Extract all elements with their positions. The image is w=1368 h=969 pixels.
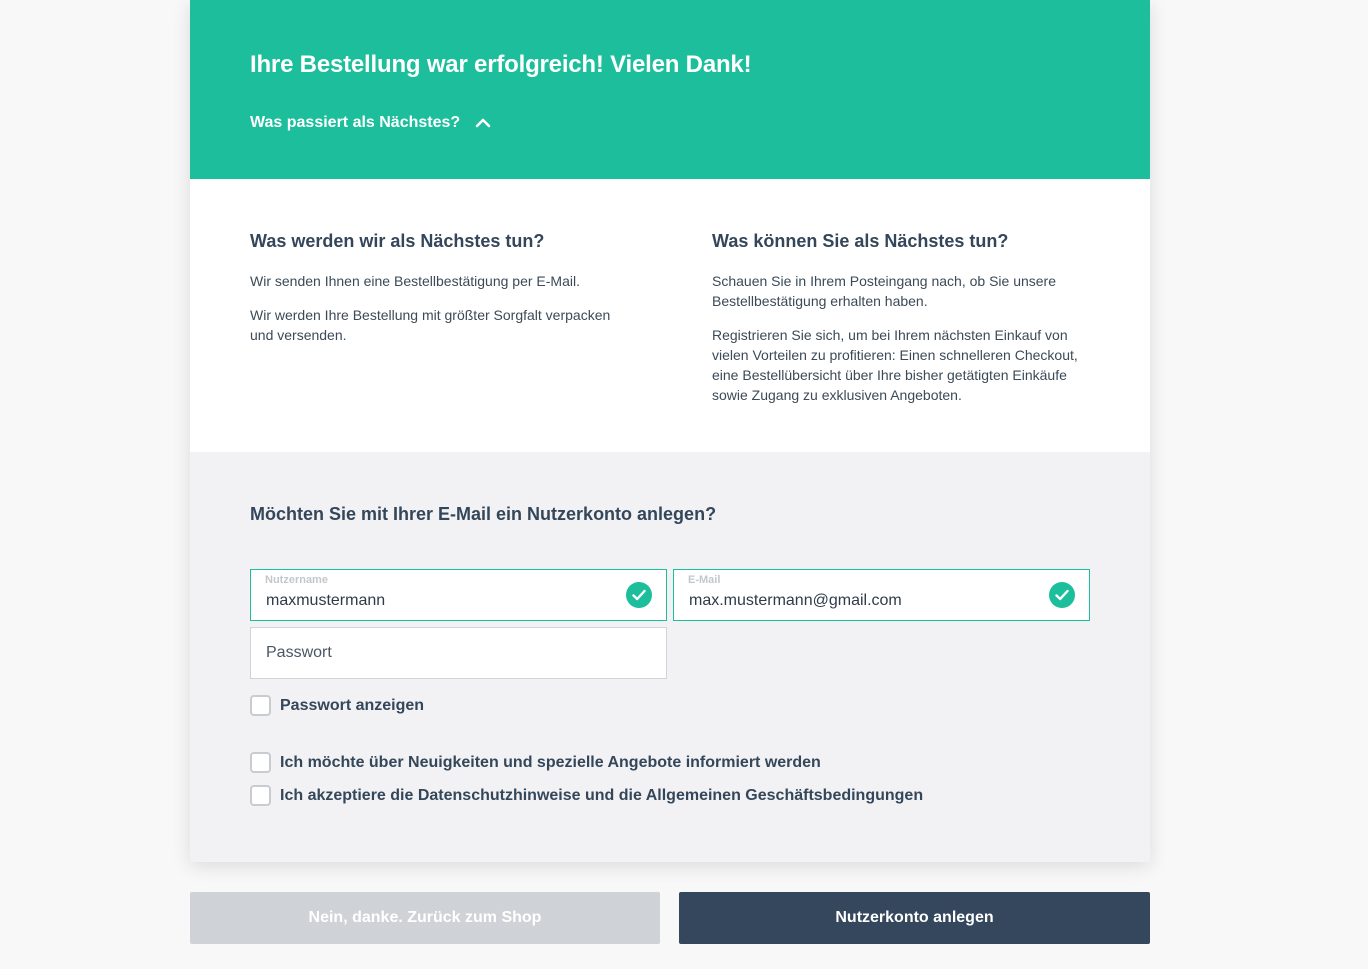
- next-steps-toggle[interactable]: Was passiert als Nächstes?: [250, 112, 492, 134]
- create-account-button[interactable]: Nutzerkonto anlegen: [679, 892, 1150, 944]
- our-next-steps-heading: Was werden wir als Nächstes tun?: [250, 231, 545, 251]
- username-label: Nutzername: [265, 574, 328, 586]
- username-field[interactable]: Nutzername maxmustermann: [250, 569, 667, 621]
- our-next-steps-text: Wir senden Ihnen eine Bestellbestätigung…: [250, 273, 580, 289]
- terms-checkbox[interactable]: Ich akzeptiere die Datenschutzhinweise u…: [250, 785, 923, 806]
- back-to-shop-button[interactable]: Nein, danke. Zurück zum Shop: [190, 892, 660, 944]
- check-icon: [1049, 582, 1075, 608]
- order-confirmation-card: Ihre Bestellung war erfolgreich! Vielen …: [190, 0, 1150, 862]
- next-steps-section: Was werden wir als Nächstes tun? Wir sen…: [190, 179, 1150, 452]
- chevron-up-icon: [474, 114, 492, 132]
- our-next-steps: Was werden wir als Nächstes tun? Wir sen…: [250, 231, 630, 359]
- checkbox-box[interactable]: [250, 785, 271, 806]
- password-field[interactable]: Passwort: [250, 627, 667, 679]
- account-registration-section: Möchten Sie mit Ihrer E-Mail ein Nutzerk…: [190, 452, 1150, 862]
- show-password-checkbox[interactable]: Passwort anzeigen: [250, 695, 424, 716]
- email-field[interactable]: E-Mail max.mustermann@gmail.com: [673, 569, 1090, 621]
- show-password-label: Passwort anzeigen: [280, 696, 425, 714]
- next-steps-toggle-label: Was passiert als Nächstes?: [250, 114, 461, 131]
- email-value: max.mustermann@gmail.com: [689, 592, 902, 609]
- your-next-steps: Was können Sie als Nächstes tun? Schauen…: [712, 231, 1092, 419]
- page-title: Ihre Bestellung war erfolgreich! Vielen …: [250, 51, 752, 78]
- our-next-steps-text: Wir werden Ihre Bestellung mit größter S…: [250, 307, 611, 343]
- your-next-steps-heading: Was können Sie als Nächstes tun?: [712, 231, 1009, 251]
- newsletter-label: Ich möchte über Neuigkeiten und speziell…: [280, 753, 821, 771]
- password-placeholder: Passwort: [266, 644, 332, 661]
- checkbox-box[interactable]: [250, 695, 271, 716]
- username-value: maxmustermann: [266, 592, 386, 609]
- registration-title: Möchten Sie mit Ihrer E-Mail ein Nutzerk…: [250, 504, 717, 524]
- terms-label: Ich akzeptiere die Datenschutzhinweise u…: [280, 786, 924, 804]
- email-label: E-Mail: [688, 574, 721, 586]
- newsletter-checkbox[interactable]: Ich möchte über Neuigkeiten und speziell…: [250, 752, 821, 773]
- checkbox-box[interactable]: [250, 752, 271, 773]
- success-header: Ihre Bestellung war erfolgreich! Vielen …: [190, 0, 1150, 179]
- your-next-steps-text: Registrieren Sie sich, um bei Ihrem näch…: [712, 327, 1078, 403]
- check-icon: [626, 582, 652, 608]
- your-next-steps-text: Schauen Sie in Ihrem Posteingang nach, o…: [712, 273, 1057, 309]
